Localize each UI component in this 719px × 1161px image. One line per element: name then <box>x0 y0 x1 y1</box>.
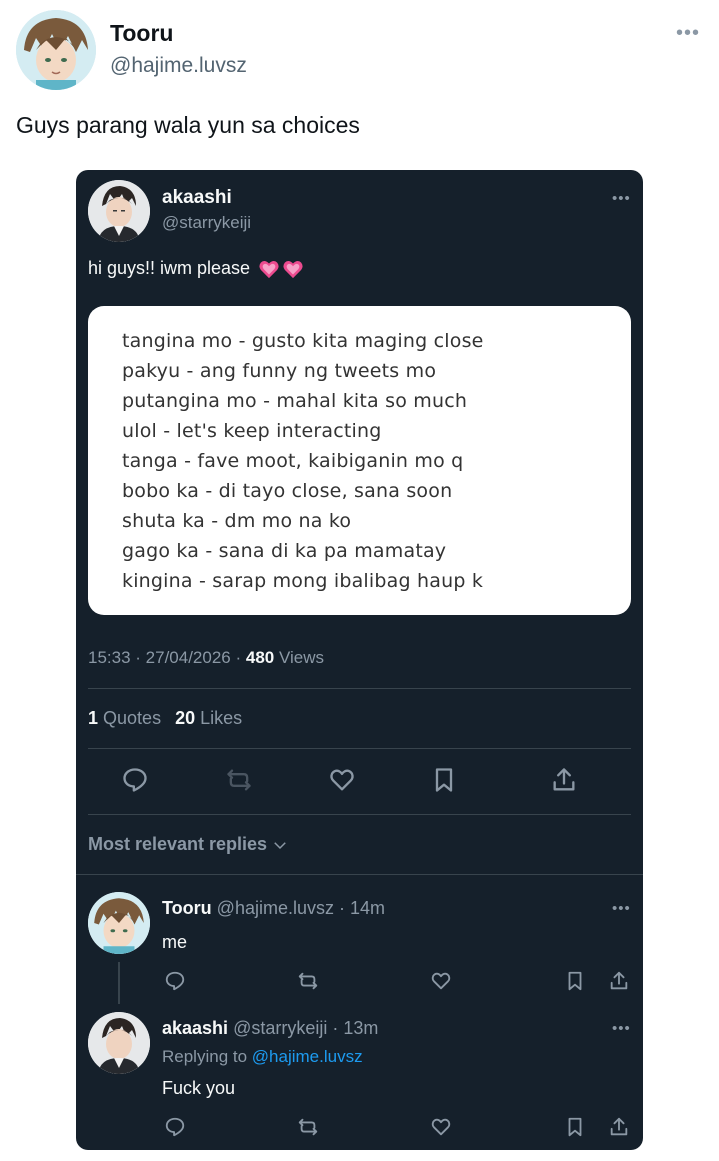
divider <box>88 814 631 815</box>
image-text-line: tangina mo - gusto kita maging close <box>122 330 484 352</box>
more-options-icon[interactable]: ••• <box>676 22 700 45</box>
heart-icon <box>431 972 451 990</box>
author-handle[interactable]: @hajime.luvsz <box>110 54 247 78</box>
reply-author-name[interactable]: Tooru <box>162 898 212 918</box>
author-name[interactable]: Tooru <box>110 20 173 47</box>
share-button[interactable] <box>606 968 632 994</box>
reply-icon <box>165 1117 185 1137</box>
reply-time[interactable]: 13m <box>343 1018 378 1038</box>
views-count: 480 <box>245 648 275 667</box>
bookmark-button[interactable] <box>562 968 588 994</box>
image-text-line: ulol - let's keep interacting <box>122 420 382 442</box>
replying-to: Replying to @hajime.luvsz <box>162 1047 363 1067</box>
reply-actions <box>162 968 632 994</box>
share-icon <box>553 768 575 791</box>
reply-actions <box>162 1114 632 1140</box>
author-handle[interactable]: @starrykeiji <box>162 213 251 233</box>
more-options-icon[interactable]: ••• <box>612 900 631 917</box>
avatar-anime-illustration <box>88 892 150 954</box>
quotes-label: Quotes <box>103 708 162 728</box>
tweet-actions <box>88 762 631 802</box>
quotes-link[interactable]: 1 Quotes <box>88 708 161 728</box>
divider <box>88 748 631 749</box>
avatar[interactable] <box>88 892 150 954</box>
likes-link[interactable]: 20 Likes <box>175 708 242 728</box>
author-name[interactable]: akaashi <box>162 187 232 209</box>
thread-connector <box>118 962 120 1004</box>
likes-label: Likes <box>200 708 243 728</box>
image-text-line: tanga - fave moot, kaibiganin mo q <box>122 450 464 472</box>
tweet-text: hi guys!! iwm please <box>88 258 251 278</box>
retweet-button[interactable] <box>295 968 321 994</box>
avatar-anime-illustration <box>88 1012 150 1074</box>
embedded-screenshot: akaashi @starrykeiji ••• hi guys!! iwm p… <box>76 170 643 1150</box>
more-options-icon[interactable]: ••• <box>612 190 631 207</box>
share-icon <box>610 971 628 990</box>
retweet-icon <box>298 972 318 990</box>
tweet-meta: 15:33 · 27/04/2026 · 480 Views <box>88 648 325 667</box>
reply-icon <box>123 768 147 792</box>
retweet-icon <box>298 1118 318 1136</box>
like-button[interactable] <box>428 968 454 994</box>
reply-time[interactable]: 14m <box>350 898 385 918</box>
heart-icon <box>431 1118 451 1136</box>
divider <box>76 874 643 875</box>
chevron-down-icon <box>274 841 286 849</box>
image-text-line: shuta ka - dm mo na ko <box>122 510 352 532</box>
image-text-line: kingina - sarap mong ibalibag haup k <box>122 570 484 592</box>
like-button[interactable] <box>324 762 360 798</box>
reply-button[interactable] <box>162 1114 188 1140</box>
reply-text: Fuck you <box>162 1078 236 1098</box>
tweet-stats: 1 Quotes 20 Likes <box>88 708 242 729</box>
reply-author-name[interactable]: akaashi <box>162 1018 228 1038</box>
reply-button[interactable] <box>117 762 153 798</box>
image-text-line: gago ka - sana di ka pa mamatay <box>122 540 447 562</box>
heart-icon <box>330 769 354 791</box>
reply-header: Tooru @hajime.luvsz · 14m <box>162 898 386 918</box>
share-button[interactable] <box>546 762 582 798</box>
retweet-button[interactable] <box>221 762 257 798</box>
replying-to-label: Replying to <box>162 1047 248 1066</box>
bookmark-icon <box>568 1117 582 1137</box>
quotes-count: 1 <box>88 708 99 728</box>
image-text-line: bobo ka - di tayo close, sana soon <box>122 480 453 502</box>
replies-filter-label: Most relevant replies <box>88 834 268 854</box>
reply-text: me <box>162 932 188 952</box>
heart-emoji-icon <box>283 260 303 278</box>
reply-button[interactable] <box>162 968 188 994</box>
avatar[interactable] <box>88 1012 150 1074</box>
reply-author-handle[interactable]: @starrykeiji <box>233 1018 327 1038</box>
bookmark-button[interactable] <box>562 1114 588 1140</box>
attached-image[interactable]: tangina mo - gusto kita maging close pak… <box>88 306 631 615</box>
image-text-line: putangina mo - mahal kita so much <box>122 390 468 412</box>
like-button[interactable] <box>428 1114 454 1140</box>
growing-heart-emoji <box>258 259 306 279</box>
bookmark-icon <box>435 768 453 792</box>
divider <box>88 688 631 689</box>
reply-author-handle[interactable]: @hajime.luvsz <box>217 898 334 918</box>
views-label: Views <box>279 648 325 667</box>
share-icon <box>610 1117 628 1136</box>
reply-icon <box>165 971 185 991</box>
bookmark-button[interactable] <box>426 762 462 798</box>
retweet-icon <box>227 769 251 791</box>
avatar[interactable] <box>16 10 96 90</box>
tweet-text: Guys parang wala yun sa choices <box>16 112 360 138</box>
tweet-date[interactable]: 27/04/2026 <box>146 648 231 667</box>
more-options-icon[interactable]: ••• <box>612 1020 631 1037</box>
avatar[interactable] <box>88 180 150 242</box>
image-text-line: pakyu - ang funny ng tweets mo <box>122 360 437 382</box>
share-button[interactable] <box>606 1114 632 1140</box>
replies-filter-dropdown[interactable]: Most relevant replies <box>88 834 289 855</box>
avatar-anime-illustration <box>16 10 96 90</box>
retweet-button[interactable] <box>295 1114 321 1140</box>
bookmark-icon <box>568 971 582 991</box>
avatar-anime-illustration <box>88 180 150 242</box>
tweet-time[interactable]: 15:33 <box>88 648 131 667</box>
reply-header: akaashi @starrykeiji · 13m <box>162 1018 379 1038</box>
heart-emoji-icon <box>259 260 279 278</box>
tweet-text-row: hi guys!! iwm please <box>88 258 306 279</box>
likes-count: 20 <box>175 708 196 728</box>
replying-to-handle[interactable]: @hajime.luvsz <box>252 1047 363 1066</box>
